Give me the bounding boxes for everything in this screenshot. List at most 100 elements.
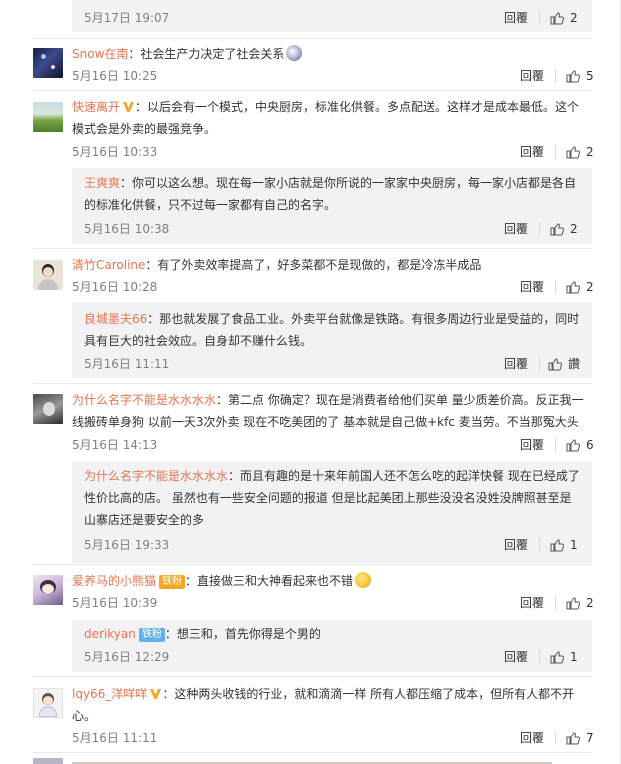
- reply-text: 良城墨夫66：那也就发展了食品工业。外卖平台就像是铁路。有很多周边行业是受益的，…: [84, 308, 584, 352]
- comment-timestamp: 5月16日 11:11: [72, 731, 158, 745]
- avatar[interactable]: [33, 575, 63, 605]
- reply-text: derikyan 铁粉 ：想三和，首先你得是个男的: [84, 623, 321, 645]
- thumbs-up-icon: [550, 650, 564, 663]
- thumbs-up-icon: [550, 222, 564, 235]
- like-count: 6: [586, 438, 594, 452]
- avatar[interactable]: [33, 260, 63, 290]
- like-button[interactable]: 5: [566, 68, 594, 84]
- username-link[interactable]: 为什么名字不能是水水水水: [84, 469, 228, 483]
- comment-body-line: 心。: [72, 709, 97, 723]
- username-link[interactable]: 清竹Caroline: [72, 258, 145, 272]
- avatar[interactable]: [33, 758, 63, 764]
- reply-button[interactable]: 回覆: [504, 10, 528, 26]
- comment-body: ：社会生产力决定了社会关系: [128, 47, 285, 61]
- comment-body-line: ：以后会有一个模式，中央厨房，标准化供餐。多点配送。这样才是成本最低。这个: [135, 100, 580, 114]
- thumbs-up-icon: [566, 280, 580, 293]
- reply-button[interactable]: 回覆: [520, 730, 544, 746]
- username-link[interactable]: 爱养马的小熊猫: [72, 574, 156, 588]
- reply-button[interactable]: 回覆: [520, 144, 544, 160]
- like-button[interactable]: 1: [550, 649, 578, 665]
- reply-button[interactable]: 回覆: [520, 595, 544, 611]
- reply-box: 良城墨夫66：那也就发展了食品工业。外卖平台就像是铁路。有很多周边行业是受益的，…: [72, 302, 592, 378]
- reply-body-line: ：你可以这么想。现在每一家小店就是你所说的一家家中央厨房，每一家小店都是各自: [120, 176, 577, 190]
- divider: [539, 357, 540, 371]
- reply-body-line: 具有巨大的社会效应。自身却不赚什么钱。: [84, 334, 313, 348]
- username-link[interactable]: Snow在南: [72, 47, 128, 61]
- username-link[interactable]: derikyan: [84, 627, 136, 641]
- reply-timestamp: 5月16日 19:33: [84, 538, 170, 552]
- thumbs-up-icon: [566, 731, 580, 744]
- reply-button[interactable]: 回覆: [504, 649, 528, 665]
- username-link[interactable]: 为什么名字不能是水水水水: [72, 393, 216, 407]
- username-link[interactable]: 快速离开: [72, 100, 120, 114]
- comment-body: ：有了外卖效率提高了，好多菜都不是现做的，都是冷冻半成品: [145, 258, 482, 272]
- comment-text: lqy66_洋咩咩 ：这种两头收钱的行业，就和滴滴一样 所有人都压缩了成本，但所有…: [72, 683, 587, 727]
- like-button[interactable]: 1: [550, 537, 578, 553]
- username-link[interactable]: lqy66_洋咩咩: [72, 687, 147, 701]
- reply-timestamp: 5月16日 12:29: [84, 650, 170, 664]
- comment-timestamp: 5月16日 10:39: [72, 596, 158, 610]
- reply-button[interactable]: 回覆: [504, 537, 528, 553]
- divider: [555, 145, 556, 159]
- reply-box: 为什么名字不能是水水水水：而且有趣的是十来年前国人还不怎么吃的起洋快餐 现在已经…: [72, 461, 592, 563]
- emoji-icon: [355, 572, 372, 588]
- divider: [33, 752, 592, 753]
- like-button[interactable]: 2: [566, 144, 594, 160]
- comment-body: ：直接做三和大神看起来也不错: [185, 574, 354, 588]
- avatar[interactable]: [33, 688, 63, 718]
- reply-body-line: ：那也就发展了食品工业。外卖平台就像是铁路。有很多周边行业是受益的，同时: [147, 312, 580, 326]
- comment-text: 清竹Caroline：有了外卖效率提高了，好多菜都不是现做的，都是冷冻半成品: [72, 254, 481, 276]
- comment-text: 快速离开 ：以后会有一个模式，中央厨房，标准化供餐。多点配送。这样才是成本最低。这…: [72, 96, 587, 140]
- like-button[interactable]: 2: [550, 221, 578, 237]
- divider: [539, 11, 540, 25]
- comment-timestamp: 5月16日 10:25: [72, 69, 158, 83]
- reply-body: ：想三和，首先你得是个男的: [164, 627, 321, 641]
- verified-v-icon: [150, 689, 162, 699]
- like-button[interactable]: 讚: [548, 356, 580, 372]
- comment-timestamp: 5月16日 10:33: [72, 145, 158, 159]
- divider: [539, 538, 540, 552]
- reply-button[interactable]: 回覆: [520, 279, 544, 295]
- divider: [555, 731, 556, 745]
- like-count: 2: [586, 596, 594, 610]
- like-button[interactable]: 2: [566, 279, 594, 295]
- reply-box: 5月17日 19:07 回覆 2: [72, 0, 592, 32]
- reply-text: 为什么名字不能是水水水水：而且有趣的是十来年前国人还不怎么吃的起洋快餐 现在已经…: [84, 465, 589, 531]
- like-button[interactable]: 7: [566, 730, 594, 746]
- like-button[interactable]: 6: [566, 437, 594, 453]
- divider: [539, 222, 540, 236]
- avatar[interactable]: [33, 102, 63, 132]
- like-count: 2: [586, 145, 594, 159]
- reply-body-line: 山寨店还是要安全的多: [84, 513, 205, 527]
- comment-body-line: ：这种两头收钱的行业，就和滴滴一样 所有人都压缩了成本，但所有人都不开: [162, 687, 575, 701]
- reply-box: 王爽爽：你可以这么想。现在每一家小店就是你所说的一家家中央厨房，每一家小店都是各…: [72, 168, 592, 244]
- divider: [555, 438, 556, 452]
- comment-body-line: 模式会是外卖的最强竞争。: [72, 122, 217, 136]
- reply-button[interactable]: 回覆: [520, 437, 544, 453]
- comment-body-line: ：第二点 你确定？现在是消费者给他们买单 量少质差价高。反正我一: [216, 393, 584, 407]
- comment-text: 为什么名字不能是水水水水：第二点 你确定？现在是消费者给他们买单 量少质差价高。…: [72, 389, 592, 433]
- reply-button[interactable]: 回覆: [504, 221, 528, 237]
- divider: [539, 650, 540, 664]
- divider: [33, 676, 592, 677]
- reply-timestamp: 5月17日 19:07: [84, 11, 170, 25]
- verified-v-icon: [123, 102, 135, 112]
- reply-button[interactable]: 回覆: [520, 68, 544, 84]
- username-link[interactable]: 王爽爽: [84, 176, 120, 190]
- divider: [555, 69, 556, 83]
- avatar[interactable]: [33, 48, 63, 78]
- thumbs-up-icon: [550, 538, 564, 551]
- like-count: 2: [570, 222, 578, 236]
- username-link[interactable]: 良城墨夫66: [84, 312, 147, 326]
- reply-body-line: ：而且有趣的是十来年前国人还不怎么吃的起洋快餐 现在已经成了: [228, 469, 580, 483]
- divider: [33, 248, 592, 249]
- like-button[interactable]: 2: [566, 595, 594, 611]
- reply-button[interactable]: 回覆: [504, 356, 528, 372]
- like-button[interactable]: 2: [550, 10, 578, 26]
- comment-list: 5月17日 19:07 回覆 2 Snow在南：社会生产力决定了社会关系 5月1…: [0, 0, 621, 764]
- comment-text: 爱养马的小熊猫 铁粉 ：直接做三和大神看起来也不错: [72, 570, 372, 592]
- reply-timestamp: 5月16日 11:11: [84, 357, 170, 371]
- divider: [33, 383, 592, 384]
- like-count: 7: [586, 731, 594, 745]
- avatar[interactable]: [33, 394, 63, 424]
